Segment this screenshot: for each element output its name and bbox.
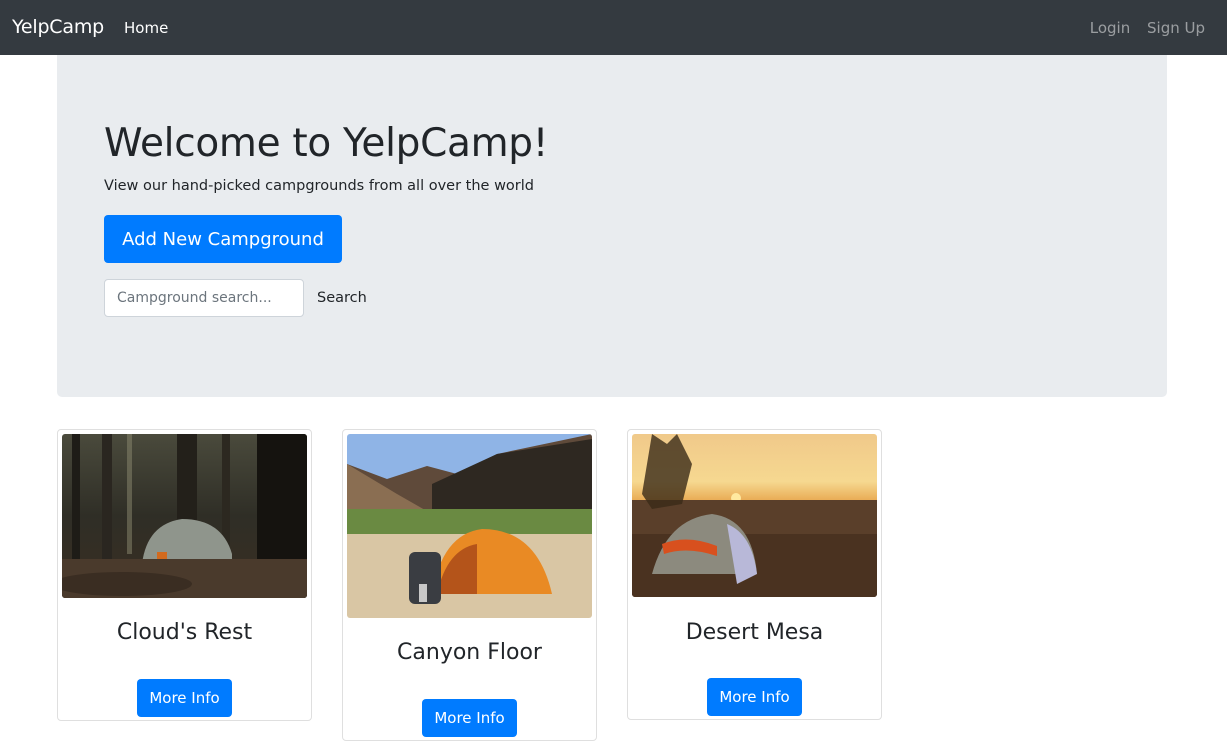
campground-name: Cloud's Rest	[116, 620, 253, 645]
sunset-tent-photo	[632, 434, 877, 597]
campground-name: Desert Mesa	[685, 620, 824, 645]
more-info-button[interactable]: More Info	[707, 678, 802, 716]
campground-card: Cloud's Rest More Info	[57, 429, 312, 721]
nav-home-link[interactable]: Home	[124, 19, 168, 37]
campground-image[interactable]	[62, 434, 307, 598]
login-link[interactable]: Login	[1090, 19, 1130, 37]
page-title: Welcome to YelpCamp!	[104, 121, 549, 166]
more-info-button[interactable]: More Info	[137, 679, 232, 717]
signup-link[interactable]: Sign Up	[1147, 19, 1205, 37]
campground-card: Canyon Floor More Info	[342, 429, 597, 741]
campground-name: Canyon Floor	[397, 640, 542, 665]
campground-image[interactable]	[347, 434, 592, 618]
campground-search-input[interactable]	[104, 279, 304, 317]
canyon-orange-tent-photo	[347, 434, 592, 618]
jumbotron: Welcome to YelpCamp! View our hand-picke…	[57, 55, 1167, 397]
page-subtitle: View our hand-picked campgrounds from al…	[104, 178, 535, 194]
search-button[interactable]: Search	[309, 279, 375, 317]
navbar: YelpCamp Home Login Sign Up	[0, 0, 1227, 55]
campground-image[interactable]	[632, 434, 877, 597]
forest-tent-photo	[62, 434, 307, 598]
add-campground-button[interactable]: Add New Campground	[104, 215, 342, 263]
brand-logo[interactable]: YelpCamp	[12, 16, 104, 38]
campground-card: Desert Mesa More Info	[627, 429, 882, 720]
more-info-button[interactable]: More Info	[422, 699, 517, 737]
nav-auth-links: Login Sign Up	[1078, 19, 1205, 37]
